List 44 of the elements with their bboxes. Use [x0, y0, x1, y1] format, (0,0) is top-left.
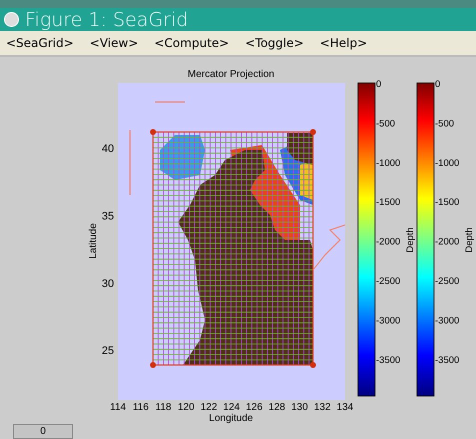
- window-title: Figure 1: SeaGrid: [25, 8, 188, 30]
- y-tick-label: 35: [102, 210, 114, 222]
- colorbar-tick-label: -2500: [376, 276, 400, 287]
- colorbar-tick-label: -2500: [435, 276, 460, 287]
- colorbar-tick-label: -3500: [376, 354, 400, 366]
- x-tick-label: 124: [223, 402, 240, 413]
- colorbar-tick-label: -1000: [376, 158, 400, 169]
- x-tick-label: 122: [200, 402, 218, 413]
- window-icon[interactable]: [4, 12, 19, 27]
- colorbar-tick-label: 0: [435, 79, 440, 90]
- x-tick-label: 114: [110, 402, 126, 413]
- x-tick-label: 132: [314, 402, 331, 413]
- colorbar-tick-label: -500: [435, 118, 454, 130]
- y-tick-label: 30: [102, 278, 114, 290]
- colorbar-tick-label: -3000: [376, 315, 400, 326]
- y-tick-label: 25: [102, 345, 114, 358]
- x-tick-label: 130: [291, 402, 308, 413]
- colorbar-tick-label: -2000: [376, 236, 400, 248]
- menu-item[interactable]: <Toggle>: [243, 36, 306, 50]
- x-tick-label: 134: [336, 402, 354, 413]
- x-tick-label: 120: [178, 402, 194, 413]
- x-tick-label: 128: [268, 402, 286, 413]
- colorbar-tick-label: 0: [376, 79, 382, 90]
- menu-item[interactable]: <Compute>: [152, 36, 232, 50]
- colorbar-tick-label: -500: [376, 118, 396, 130]
- colorbar-tick-label: -3000: [435, 315, 460, 326]
- x-axis-label: Longitude: [209, 413, 253, 424]
- menu-item[interactable]: <Help>: [318, 36, 370, 50]
- menu-item[interactable]: <SeaGrid>: [4, 36, 76, 50]
- x-tick-label: 116: [132, 402, 149, 413]
- x-tick-label: 118: [155, 402, 172, 413]
- y-tick-label: 40: [102, 143, 114, 155]
- x-tick-label: 126: [246, 402, 263, 413]
- plot-title: Mercator Projection: [188, 69, 274, 80]
- colorbar-label: Depth: [464, 227, 475, 253]
- colorbar-tick-label: -1500: [376, 197, 400, 208]
- colorbar-tick-label: -1500: [435, 197, 460, 208]
- colorbar-tick-label: -1000: [435, 158, 460, 169]
- menu-item[interactable]: <View>: [88, 36, 140, 50]
- y-axis-label: Latitude: [88, 223, 99, 259]
- colorbar-tick-label: -2000: [435, 236, 460, 248]
- colorbar-tick-label: -3500: [435, 354, 460, 366]
- status-field[interactable]: 0: [13, 424, 73, 439]
- colorbar-label: Depth: [405, 227, 416, 253]
